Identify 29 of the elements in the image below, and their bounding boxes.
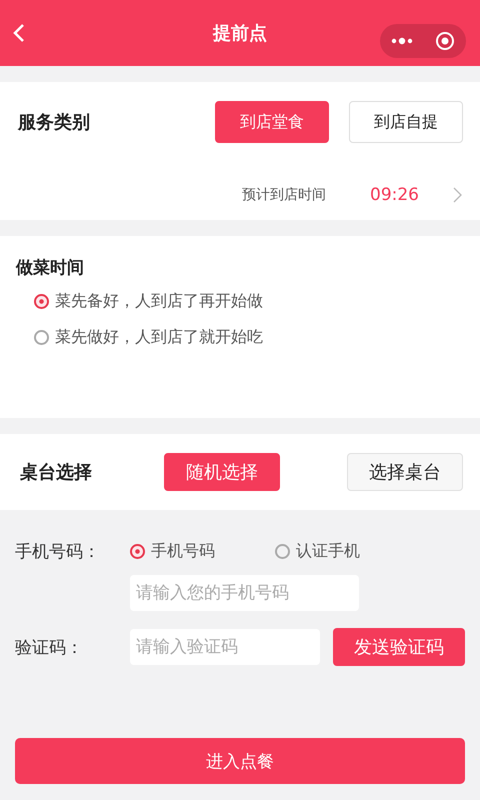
service-option[interactable]: 到店自提 xyxy=(349,101,463,143)
field-label: 验证码： xyxy=(15,636,84,658)
radio-button[interactable] xyxy=(275,544,290,559)
radio-label: 手机号码 xyxy=(151,541,215,562)
radio-label: 菜先备好，人到店了再开始做 xyxy=(55,291,263,312)
time-label: 预计到店时间 xyxy=(242,186,326,204)
radio-button[interactable] xyxy=(34,330,49,345)
radio-label: 菜先做好，人到店了就开始吃 xyxy=(55,327,263,348)
back-icon[interactable] xyxy=(12,22,26,44)
section-label: 桌台选择 xyxy=(20,461,93,484)
table-option[interactable]: 随机选择 xyxy=(164,453,280,491)
section-label: 做菜时间 xyxy=(16,257,85,279)
field-label: 手机号码： xyxy=(15,541,101,563)
more-icon[interactable] xyxy=(391,37,413,45)
send-code-button[interactable]: 发送验证码 xyxy=(333,628,465,666)
radio-label: 认证手机 xyxy=(296,541,360,562)
service-option[interactable]: 到店堂食 xyxy=(215,101,329,143)
page-title: 提前点 xyxy=(213,22,267,45)
radio-button[interactable] xyxy=(34,294,49,309)
radio-button[interactable] xyxy=(130,544,145,559)
table-option[interactable]: 选择桌台 xyxy=(347,453,463,491)
capsule-menu[interactable] xyxy=(380,24,466,58)
time-value[interactable]: 09:26 xyxy=(370,185,419,205)
close-icon[interactable] xyxy=(435,31,455,51)
phone-input[interactable]: 请输入您的手机号码 xyxy=(130,575,359,611)
submit-button[interactable]: 进入点餐 xyxy=(15,738,465,784)
section-label: 服务类别 xyxy=(18,111,91,134)
code-input[interactable]: 请输入验证码 xyxy=(130,629,320,665)
chevron-icon[interactable] xyxy=(453,187,462,203)
